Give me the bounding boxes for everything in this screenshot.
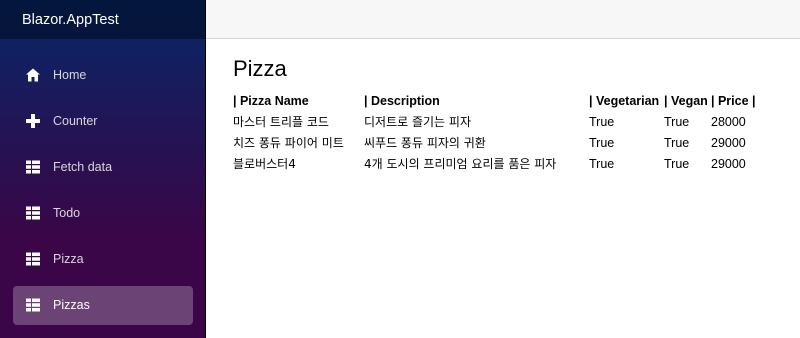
nav-label-pizza: Pizza — [53, 252, 84, 266]
column-header-description: | Description — [364, 93, 440, 108]
list-icon — [26, 206, 40, 220]
table-header-row: | Pizza Name | Description | Vegetarian … — [233, 90, 771, 111]
app-brand[interactable]: Blazor.AppTest — [22, 12, 119, 28]
table-row: 치즈 퐁듀 파이어 미트 씨푸드 퐁듀 피자의 귀환 True True 290… — [233, 132, 771, 153]
nav-link-todo[interactable]: Todo — [13, 194, 193, 233]
plus-icon — [26, 114, 40, 128]
main-content: Pizza | Pizza Name | Description | Veget… — [233, 56, 793, 174]
nav-link-fetch-data[interactable]: Fetch data — [13, 148, 193, 187]
top-row — [206, 0, 800, 39]
nav-menu: Home Counter Fetch data Todo Pizza Pizza… — [0, 39, 206, 328]
cell-vegan: True — [664, 114, 690, 129]
cell-vegetarian: True — [589, 135, 615, 150]
list-icon — [26, 160, 40, 174]
brand-bar: Blazor.AppTest — [0, 0, 206, 39]
cell-description: 디저트로 즐기는 피자 — [364, 115, 471, 129]
nav-item-pizza: Pizza — [0, 236, 206, 282]
nav-label-pizzas: Pizzas — [53, 298, 90, 312]
column-header-vegan: | Vegan — [664, 93, 708, 108]
nav-label-fetch-data: Fetch data — [53, 160, 113, 174]
column-header-pizza-name: | Pizza Name — [233, 93, 309, 108]
nav-label-todo: Todo — [53, 206, 81, 220]
pizza-table: | Pizza Name | Description | Vegetarian … — [233, 90, 771, 174]
nav-item-home: Home — [0, 52, 206, 98]
cell-price: 29000 — [711, 135, 746, 150]
sidebar: Blazor.AppTest Home Counter Fetch data T… — [0, 0, 206, 338]
column-header-price: | Price | — [711, 93, 756, 108]
cell-description: 4개 도시의 프리미엄 요리를 품은 피자 — [364, 157, 557, 171]
cell-price: 28000 — [711, 114, 746, 129]
home-icon — [26, 68, 40, 82]
nav-item-counter: Counter — [0, 98, 206, 144]
nav-link-pizza[interactable]: Pizza — [13, 240, 193, 279]
cell-price: 29000 — [711, 156, 746, 171]
cell-pizza-name: 마스터 트리플 코드 — [233, 115, 329, 129]
page-title: Pizza — [233, 56, 287, 81]
nav-label-counter: Counter — [53, 114, 98, 128]
cell-pizza-name: 블로버스터4 — [233, 157, 296, 171]
nav-link-counter[interactable]: Counter — [13, 102, 193, 141]
cell-vegan: True — [664, 135, 690, 150]
cell-vegetarian: True — [589, 114, 615, 129]
column-header-vegetarian: | Vegetarian — [589, 93, 660, 108]
cell-vegan: True — [664, 156, 690, 171]
table-row: 블로버스터4 4개 도시의 프리미엄 요리를 품은 피자 True True 2… — [233, 153, 771, 174]
nav-item-fetch-data: Fetch data — [0, 144, 206, 190]
nav-link-pizzas[interactable]: Pizzas — [13, 285, 193, 325]
nav-item-pizzas: Pizzas — [0, 282, 206, 328]
cell-pizza-name: 치즈 퐁듀 파이어 미트 — [233, 136, 344, 150]
nav-item-todo: Todo — [0, 190, 206, 236]
nav-link-home[interactable]: Home — [13, 56, 193, 95]
cell-description: 씨푸드 퐁듀 피자의 귀환 — [364, 136, 486, 150]
cell-vegetarian: True — [589, 156, 615, 171]
list-icon — [26, 298, 40, 312]
list-icon — [26, 252, 40, 266]
nav-label-home: Home — [53, 68, 87, 82]
table-row: 마스터 트리플 코드 디저트로 즐기는 피자 True True 28000 — [233, 111, 771, 132]
